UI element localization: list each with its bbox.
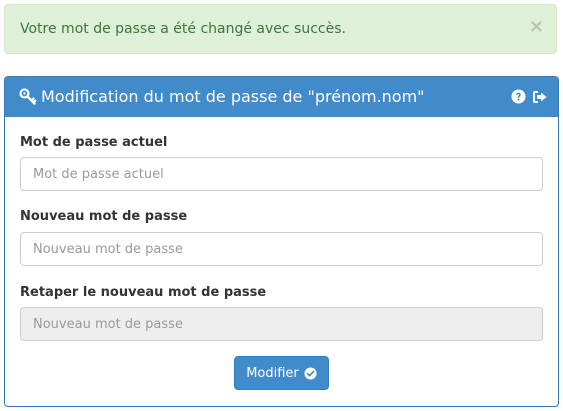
- password-change-panel: Modification du mot de passe de "prénom.…: [4, 76, 559, 407]
- panel-heading: Modification du mot de passe de "prénom.…: [5, 77, 558, 117]
- submit-button[interactable]: Modifier: [234, 356, 329, 390]
- confirm-password-label: Retaper le nouveau mot de passe: [20, 285, 267, 300]
- new-password-label: Nouveau mot de passe: [20, 209, 188, 224]
- new-password-input[interactable]: [20, 232, 543, 266]
- key-icon: [19, 88, 37, 105]
- check-circle-icon: [304, 366, 317, 380]
- sign-out-icon[interactable]: [532, 89, 548, 105]
- success-message: Votre mot de passe a été changé avec suc…: [20, 21, 346, 37]
- panel-title: Modification du mot de passe de "prénom.…: [41, 87, 425, 106]
- question-circle-icon[interactable]: [511, 89, 526, 104]
- current-password-label: Mot de passe actuel: [20, 135, 168, 150]
- success-alert: Votre mot de passe a été changé avec suc…: [4, 4, 557, 54]
- close-icon[interactable]: ×: [529, 18, 544, 36]
- current-password-input[interactable]: [20, 157, 543, 191]
- submit-button-label: Modifier: [246, 365, 299, 381]
- confirm-password-input[interactable]: [20, 307, 543, 341]
